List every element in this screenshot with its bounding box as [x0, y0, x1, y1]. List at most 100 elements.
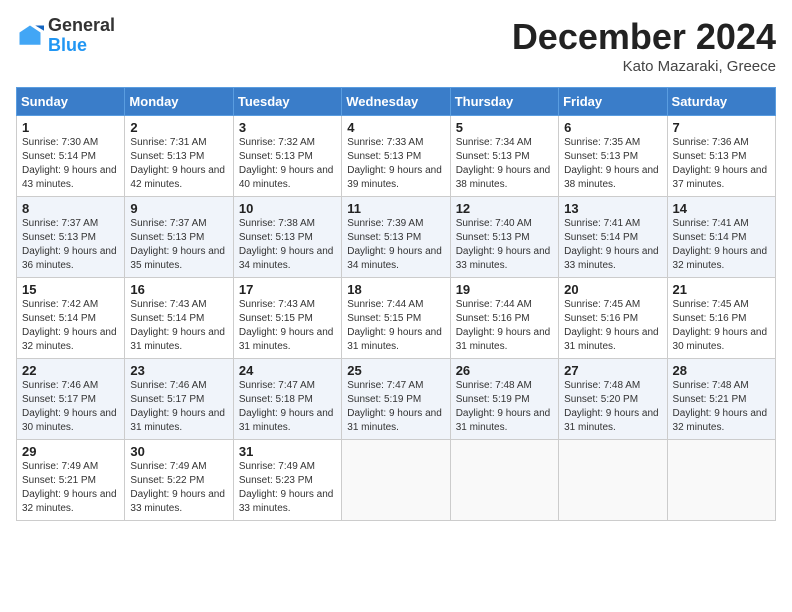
calendar-cell: 17 Sunrise: 7:43 AMSunset: 5:15 PMDayligh… [233, 278, 341, 359]
calendar-week-row: 8 Sunrise: 7:37 AMSunset: 5:13 PMDaylight… [17, 197, 776, 278]
day-number: 4 [347, 120, 444, 135]
day-info: Sunrise: 7:39 AMSunset: 5:13 PMDaylight:… [347, 218, 442, 271]
calendar-cell: 1Sunrise: 7:30 AMSunset: 5:14 PMDaylight… [17, 116, 125, 197]
day-info: Sunrise: 7:48 AMSunset: 5:21 PMDaylight:… [673, 380, 768, 433]
calendar-cell: 27 Sunrise: 7:48 AMSunset: 5:20 PMDayligh… [559, 359, 667, 440]
day-info: Sunrise: 7:49 AMSunset: 5:21 PMDaylight:… [22, 461, 117, 514]
calendar-header-saturday: Saturday [667, 88, 775, 116]
day-number: 17 [239, 282, 336, 297]
day-number: 7 [673, 120, 770, 135]
day-info: Sunrise: 7:34 AMSunset: 5:13 PMDaylight:… [456, 137, 551, 190]
day-info: Sunrise: 7:45 AMSunset: 5:16 PMDaylight:… [673, 299, 768, 352]
calendar-cell: 19Sunrise: 7:44 AMSunset: 5:16 PMDayligh… [450, 278, 558, 359]
calendar-cell: 6 Sunrise: 7:35 AMSunset: 5:13 PMDaylight… [559, 116, 667, 197]
logo-text: General Blue [48, 16, 115, 56]
day-info: Sunrise: 7:49 AMSunset: 5:22 PMDaylight:… [130, 461, 225, 514]
day-number: 11 [347, 201, 444, 216]
day-info: Sunrise: 7:43 AMSunset: 5:14 PMDaylight:… [130, 299, 225, 352]
day-number: 22 [22, 363, 119, 378]
calendar-cell: 18Sunrise: 7:44 AMSunset: 5:15 PMDayligh… [342, 278, 450, 359]
calendar-table: SundayMondayTuesdayWednesdayThursdayFrid… [16, 87, 776, 521]
location: Kato Mazaraki, Greece [512, 58, 776, 75]
calendar-cell: 31 Sunrise: 7:49 AMSunset: 5:23 PMDayligh… [233, 440, 341, 521]
calendar-cell: 4 Sunrise: 7:33 AMSunset: 5:13 PMDaylight… [342, 116, 450, 197]
day-number: 25 [347, 363, 444, 378]
calendar-cell: 30 Sunrise: 7:49 AMSunset: 5:22 PMDayligh… [125, 440, 233, 521]
day-number: 13 [564, 201, 661, 216]
day-number: 29 [22, 444, 119, 459]
calendar-cell: 28 Sunrise: 7:48 AMSunset: 5:21 PMDayligh… [667, 359, 775, 440]
day-info: Sunrise: 7:47 AMSunset: 5:19 PMDaylight:… [347, 380, 442, 433]
day-info: Sunrise: 7:45 AMSunset: 5:16 PMDaylight:… [564, 299, 659, 352]
day-info: Sunrise: 7:46 AMSunset: 5:17 PMDaylight:… [22, 380, 117, 433]
calendar-cell: 10 Sunrise: 7:38 AMSunset: 5:13 PMDayligh… [233, 197, 341, 278]
day-number: 15 [22, 282, 119, 297]
day-info: Sunrise: 7:35 AMSunset: 5:13 PMDaylight:… [564, 137, 659, 190]
day-number: 12 [456, 201, 553, 216]
calendar-cell: 14Sunrise: 7:41 AMSunset: 5:14 PMDayligh… [667, 197, 775, 278]
day-number: 8 [22, 201, 119, 216]
calendar-cell: 3 Sunrise: 7:32 AMSunset: 5:13 PMDaylight… [233, 116, 341, 197]
day-info: Sunrise: 7:36 AMSunset: 5:13 PMDaylight:… [673, 137, 768, 190]
calendar-week-row: 29 Sunrise: 7:49 AMSunset: 5:21 PMDayligh… [17, 440, 776, 521]
calendar-cell: 25 Sunrise: 7:47 AMSunset: 5:19 PMDayligh… [342, 359, 450, 440]
day-number: 21 [673, 282, 770, 297]
calendar-week-row: 15Sunrise: 7:42 AMSunset: 5:14 PMDayligh… [17, 278, 776, 359]
day-info: Sunrise: 7:48 AMSunset: 5:20 PMDaylight:… [564, 380, 659, 433]
day-number: 9 [130, 201, 227, 216]
calendar-cell [667, 440, 775, 521]
calendar-cell [342, 440, 450, 521]
day-info: Sunrise: 7:41 AMSunset: 5:14 PMDaylight:… [564, 218, 659, 271]
day-info: Sunrise: 7:44 AMSunset: 5:16 PMDaylight:… [456, 299, 551, 352]
calendar-week-row: 22 Sunrise: 7:46 AMSunset: 5:17 PMDayligh… [17, 359, 776, 440]
day-info: Sunrise: 7:43 AMSunset: 5:15 PMDaylight:… [239, 299, 334, 352]
day-number: 30 [130, 444, 227, 459]
day-info: Sunrise: 7:31 AMSunset: 5:13 PMDaylight:… [130, 137, 225, 190]
calendar-cell: 12 Sunrise: 7:40 AMSunset: 5:13 PMDayligh… [450, 197, 558, 278]
day-info: Sunrise: 7:38 AMSunset: 5:13 PMDaylight:… [239, 218, 334, 271]
day-number: 10 [239, 201, 336, 216]
calendar-week-row: 1Sunrise: 7:30 AMSunset: 5:14 PMDaylight… [17, 116, 776, 197]
day-number: 28 [673, 363, 770, 378]
calendar-cell: 15Sunrise: 7:42 AMSunset: 5:14 PMDayligh… [17, 278, 125, 359]
calendar-header-monday: Monday [125, 88, 233, 116]
day-number: 27 [564, 363, 661, 378]
day-info: Sunrise: 7:33 AMSunset: 5:13 PMDaylight:… [347, 137, 442, 190]
calendar-cell: 2Sunrise: 7:31 AMSunset: 5:13 PMDaylight… [125, 116, 233, 197]
calendar-cell: 26 Sunrise: 7:48 AMSunset: 5:19 PMDayligh… [450, 359, 558, 440]
calendar-header-wednesday: Wednesday [342, 88, 450, 116]
calendar-cell: 20 Sunrise: 7:45 AMSunset: 5:16 PMDayligh… [559, 278, 667, 359]
day-info: Sunrise: 7:41 AMSunset: 5:14 PMDaylight:… [673, 218, 768, 271]
day-number: 26 [456, 363, 553, 378]
day-number: 16 [130, 282, 227, 297]
title-section: December 2024 Kato Mazaraki, Greece [512, 16, 776, 75]
day-info: Sunrise: 7:47 AMSunset: 5:18 PMDaylight:… [239, 380, 334, 433]
page-header: General Blue December 2024 Kato Mazaraki… [16, 16, 776, 75]
day-number: 6 [564, 120, 661, 135]
day-number: 24 [239, 363, 336, 378]
calendar-cell: 21 Sunrise: 7:45 AMSunset: 5:16 PMDayligh… [667, 278, 775, 359]
calendar-cell: 7 Sunrise: 7:36 AMSunset: 5:13 PMDaylight… [667, 116, 775, 197]
day-number: 3 [239, 120, 336, 135]
calendar-cell: 9 Sunrise: 7:37 AMSunset: 5:13 PMDaylight… [125, 197, 233, 278]
calendar-header-sunday: Sunday [17, 88, 125, 116]
day-info: Sunrise: 7:30 AMSunset: 5:14 PMDaylight:… [22, 137, 117, 190]
logo-general: General [48, 15, 115, 35]
day-number: 18 [347, 282, 444, 297]
day-number: 23 [130, 363, 227, 378]
day-info: Sunrise: 7:49 AMSunset: 5:23 PMDaylight:… [239, 461, 334, 514]
day-info: Sunrise: 7:48 AMSunset: 5:19 PMDaylight:… [456, 380, 551, 433]
calendar-cell: 13 Sunrise: 7:41 AMSunset: 5:14 PMDayligh… [559, 197, 667, 278]
day-info: Sunrise: 7:32 AMSunset: 5:13 PMDaylight:… [239, 137, 334, 190]
day-info: Sunrise: 7:37 AMSunset: 5:13 PMDaylight:… [22, 218, 117, 271]
day-number: 20 [564, 282, 661, 297]
day-number: 31 [239, 444, 336, 459]
month-title: December 2024 [512, 16, 776, 58]
calendar-header-row: SundayMondayTuesdayWednesdayThursdayFrid… [17, 88, 776, 116]
calendar-header-thursday: Thursday [450, 88, 558, 116]
calendar-cell: 24 Sunrise: 7:47 AMSunset: 5:18 PMDayligh… [233, 359, 341, 440]
calendar-cell: 8 Sunrise: 7:37 AMSunset: 5:13 PMDaylight… [17, 197, 125, 278]
logo-blue: Blue [48, 35, 87, 55]
day-info: Sunrise: 7:37 AMSunset: 5:13 PMDaylight:… [130, 218, 225, 271]
day-info: Sunrise: 7:40 AMSunset: 5:13 PMDaylight:… [456, 218, 551, 271]
